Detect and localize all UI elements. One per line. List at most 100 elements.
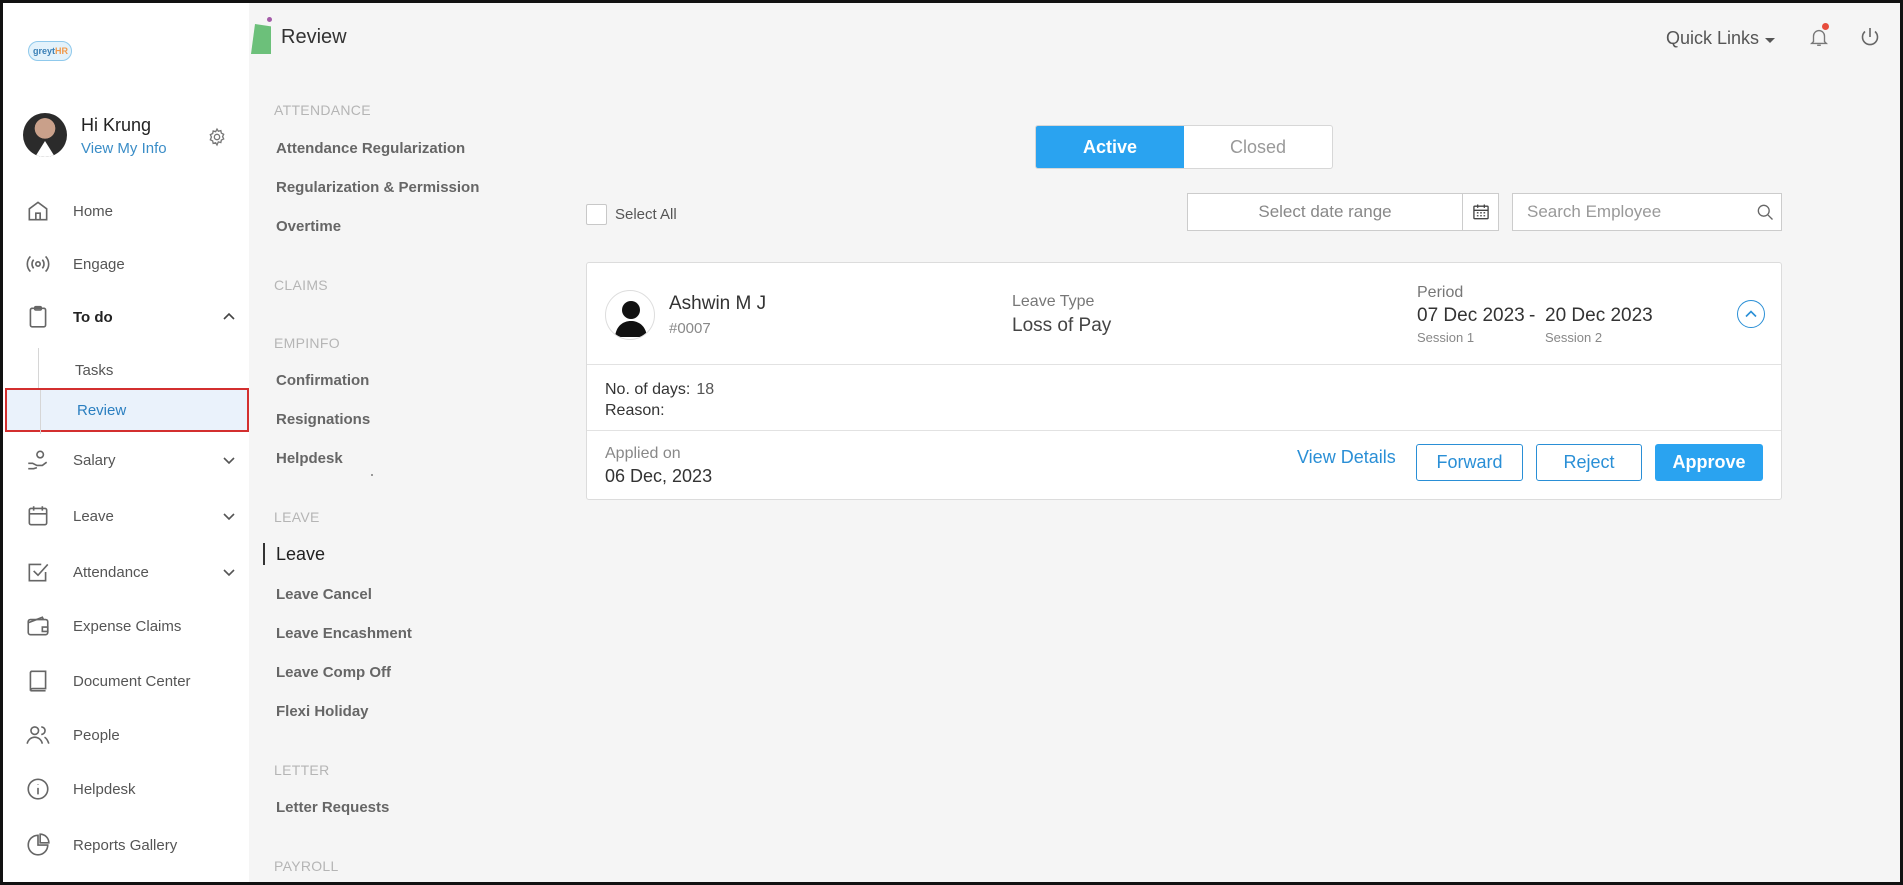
check-square-icon [28, 563, 49, 582]
reason-label: Reason: [605, 402, 665, 419]
leave-type-value: Loss of Pay [1012, 315, 1112, 336]
sidebar-item-helpdesk[interactable]: Helpdesk [3, 767, 249, 811]
caret-down-icon [1765, 37, 1776, 43]
search-icon[interactable] [1755, 202, 1775, 222]
sidebar-item-leave[interactable]: Leave [3, 494, 249, 538]
chevron-up-icon [1745, 310, 1757, 318]
chevron-down-icon[interactable] [222, 565, 236, 579]
category-link-leave-cancel[interactable]: Leave Cancel [276, 586, 372, 603]
category-heading-attendance: ATTENDANCE [274, 102, 371, 118]
request-actions: Applied on 06 Dec, 2023 View Details For… [587, 431, 1781, 501]
category-heading-claims: CLAIMS [274, 277, 328, 293]
view-my-info-link[interactable]: View My Info [81, 140, 167, 157]
calendar-icon [28, 506, 48, 526]
power-icon[interactable] [1858, 25, 1882, 49]
category-link-confirmation[interactable]: Confirmation [276, 372, 369, 389]
sidebar-item-label: People [73, 726, 120, 744]
sidebar-item-people[interactable]: People [3, 713, 249, 757]
category-link-attendance-regularization[interactable]: Attendance Regularization [276, 140, 465, 157]
status-toggle: Active Closed [1035, 125, 1333, 169]
sidebar-item-label: Helpdesk [73, 780, 136, 798]
select-all-checkbox[interactable] [586, 204, 607, 225]
period-label: Period [1417, 284, 1464, 301]
category-link-letter-requests[interactable]: Letter Requests [276, 799, 389, 816]
chevron-up-icon[interactable] [222, 310, 236, 324]
select-all[interactable]: Select All [586, 204, 677, 225]
sidebar-item-attendance[interactable]: Attendance [3, 550, 249, 594]
sidebar-item-home[interactable]: Home [3, 189, 249, 233]
calendar-icon [1473, 204, 1489, 220]
forward-button[interactable]: Forward [1416, 444, 1523, 481]
leave-request-card: Ashwin M J #0007 Leave Type Loss of Pay … [586, 262, 1782, 500]
applied-on-label: Applied on [605, 445, 681, 462]
category-link-leave[interactable]: Leave [262, 543, 325, 565]
greythr-logo[interactable]: greytHR [28, 39, 78, 63]
category-link-helpdesk[interactable]: Helpdesk [276, 450, 343, 467]
book-icon [29, 670, 47, 692]
avatar[interactable] [23, 113, 67, 157]
quick-links-dropdown[interactable]: Quick Links [1666, 28, 1776, 49]
search-employee-input[interactable] [1527, 194, 1747, 230]
date-range-input[interactable] [1188, 194, 1462, 230]
employee-name: Ashwin M J [669, 293, 767, 314]
sidebar-item-document-center[interactable]: Document Center [3, 659, 249, 703]
sidebar-item-label: Leave [73, 507, 114, 525]
sidebar-item-reports-gallery[interactable]: Reports Gallery [3, 823, 249, 867]
collapse-button[interactable] [1737, 300, 1765, 328]
category-link-leave-comp-off[interactable]: Leave Comp Off [276, 664, 391, 681]
person-silhouette-icon [615, 301, 647, 337]
category-link-flexi-holiday[interactable]: Flexi Holiday [276, 703, 369, 720]
logo-text: greyt [33, 46, 56, 56]
tab-closed[interactable]: Closed [1184, 126, 1332, 168]
sidebar-item-label: Attendance [73, 563, 149, 581]
days-label: No. of days: [605, 381, 691, 398]
category-link-resignations[interactable]: Resignations [276, 411, 370, 428]
divider-dot [371, 474, 373, 476]
page-accent-dot [267, 17, 272, 22]
greeting: Hi Krung [81, 115, 152, 135]
sidebar-subitem-tasks[interactable]: Tasks [3, 348, 249, 392]
category-link-leave-encashment[interactable]: Leave Encashment [276, 625, 412, 642]
sidebar-item-label: Document Center [73, 672, 191, 690]
pie-chart-icon [27, 833, 50, 856]
reject-button[interactable]: Reject [1536, 444, 1642, 481]
request-details: No. of days: 18 Reason: [587, 365, 1781, 431]
period-from-session: Session 1 [1417, 330, 1475, 345]
sidebar-item-expense-claims[interactable]: Expense Claims [3, 604, 249, 648]
notification-badge [1822, 23, 1829, 30]
sidebar-item-salary[interactable]: Salary [3, 438, 249, 482]
employee-id: #0007 [669, 320, 711, 337]
chevron-down-icon[interactable] [222, 453, 236, 467]
gear-icon[interactable] [207, 127, 227, 147]
request-summary: Ashwin M J #0007 Leave Type Loss of Pay … [587, 263, 1781, 365]
sidebar-subitem-label: Review [77, 401, 127, 419]
date-range-calendar-button[interactable] [1462, 194, 1499, 230]
logo-text-hr: HR [55, 46, 69, 56]
applied-on-value: 06 Dec, 2023 [605, 466, 713, 486]
period-separator: - [1529, 305, 1536, 326]
subnav-line [38, 348, 39, 392]
people-icon [26, 726, 50, 744]
period-from: 07 Dec 2023 [1417, 305, 1525, 326]
chevron-down-icon[interactable] [222, 509, 236, 523]
search-employee [1512, 193, 1782, 231]
sidebar-item-label: Salary [73, 451, 116, 469]
employee-avatar [605, 290, 655, 340]
sidebar-item-label: Engage [73, 255, 125, 273]
info-icon [27, 778, 49, 800]
quick-links-label: Quick Links [1666, 28, 1760, 48]
sidebar-item-todo[interactable]: To do [0, 295, 249, 339]
view-details-link[interactable]: View Details [1297, 447, 1396, 468]
wallet-icon [27, 616, 49, 636]
category-link-regularization-permission[interactable]: Regularization & Permission [276, 179, 479, 196]
approve-button[interactable]: Approve [1655, 444, 1763, 481]
category-heading-letter: LETTER [274, 762, 330, 778]
sidebar-item-engage[interactable]: Engage [3, 242, 249, 286]
page-title: Review [281, 26, 347, 48]
sidebar-subitem-review[interactable]: Review [5, 388, 249, 434]
clipboard-icon [29, 305, 47, 328]
tab-active[interactable]: Active [1036, 126, 1184, 168]
profile-block: Hi Krung View My Info [23, 113, 233, 163]
category-link-overtime[interactable]: Overtime [276, 218, 341, 235]
period-to-session: Session 2 [1545, 330, 1603, 345]
